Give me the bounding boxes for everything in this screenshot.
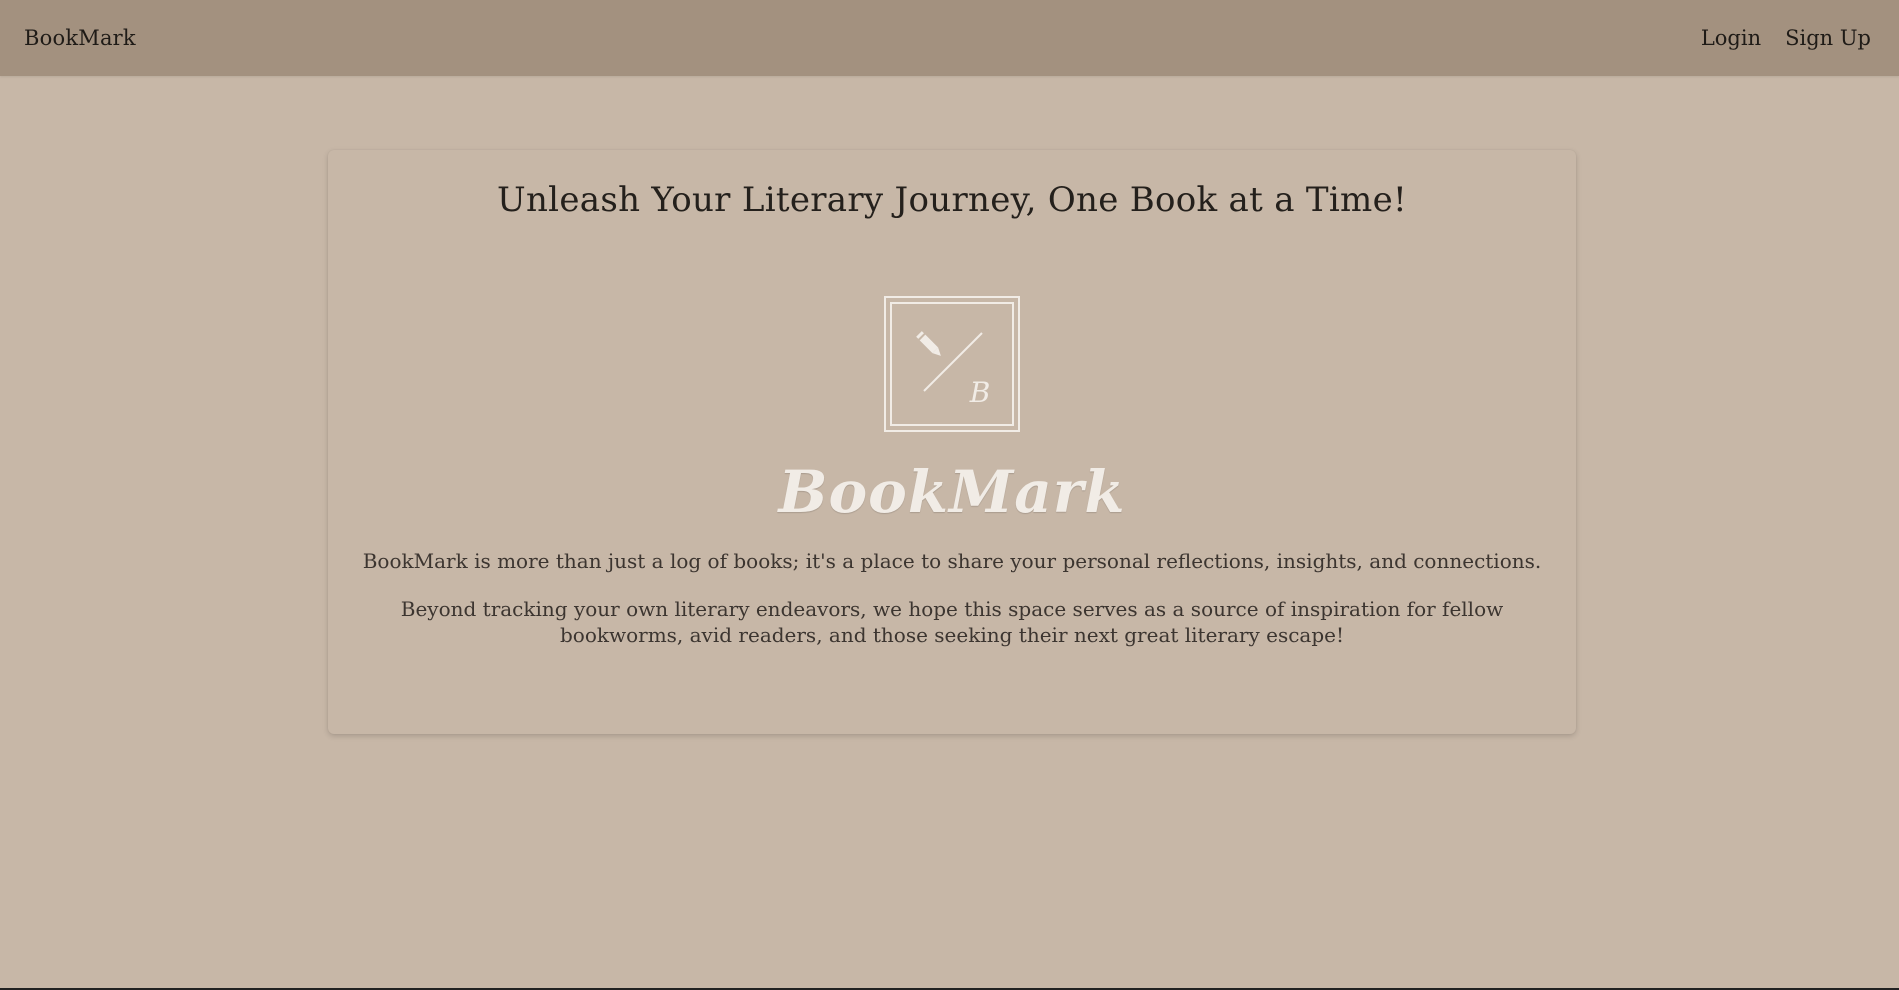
bookmark-logo: B <box>884 296 1020 432</box>
pencil-icon <box>916 331 941 356</box>
description-secondary: Beyond tracking your own literary endeav… <box>400 597 1504 647</box>
login-link[interactable]: Login <box>1701 26 1761 50</box>
logo-wordmark: BookMark <box>778 458 1126 526</box>
description: BookMark is more than just a log of book… <box>362 549 1542 573</box>
brand-link[interactable]: BookMark <box>24 26 136 50</box>
navbar: BookMark Login Sign Up <box>0 0 1899 76</box>
signup-link[interactable]: Sign Up <box>1785 26 1871 50</box>
nav-links: Login Sign Up <box>1701 26 1871 50</box>
hero-card: Unleash Your Literary Journey, One Book … <box>328 150 1576 734</box>
logo-graphic: B <box>884 296 1020 432</box>
logo-letter: B <box>969 376 991 409</box>
hero-headline: Unleash Your Literary Journey, One Book … <box>497 180 1407 220</box>
